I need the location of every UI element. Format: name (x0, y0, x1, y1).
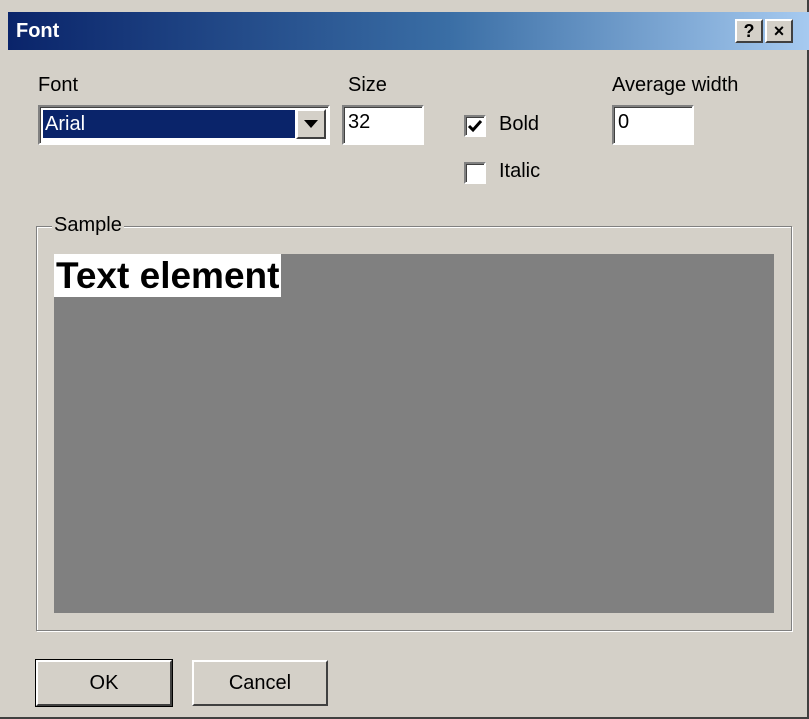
help-button[interactable]: ? (735, 19, 763, 43)
size-label: Size (348, 74, 387, 96)
font-label: Font (38, 74, 79, 96)
average-width-value: 0 (618, 111, 630, 133)
font-combobox-value: Arial (43, 110, 295, 138)
bold-label[interactable]: Bold (499, 113, 539, 136)
cancel-button[interactable]: Cancel (192, 660, 328, 706)
checkmark-icon (467, 120, 483, 133)
sample-text: Text element (54, 254, 282, 297)
title-bar[interactable]: Font ? × (8, 12, 809, 50)
help-icon: ? (743, 20, 755, 41)
italic-label[interactable]: Italic (499, 160, 540, 183)
sample-preview: Text element (54, 254, 774, 613)
close-button[interactable]: × (765, 19, 793, 43)
average-width-label: Average width (612, 74, 739, 96)
size-value: 32 (348, 111, 371, 133)
chevron-down-icon (304, 119, 318, 128)
bold-checkbox[interactable] (464, 115, 486, 137)
font-dropdown-button[interactable] (296, 109, 326, 139)
font-combobox[interactable]: Arial (38, 105, 330, 145)
ok-button[interactable]: OK (35, 659, 173, 707)
average-width-input[interactable]: 0 (612, 105, 694, 145)
font-dialog: Font ? × Font Arial Size 32 Bold Italic … (0, 0, 809, 719)
close-icon: × (773, 20, 785, 41)
dialog-title: Font (16, 20, 60, 42)
italic-checkbox[interactable] (464, 162, 486, 184)
sample-legend: Sample (52, 214, 124, 237)
size-input[interactable]: 32 (342, 105, 424, 145)
